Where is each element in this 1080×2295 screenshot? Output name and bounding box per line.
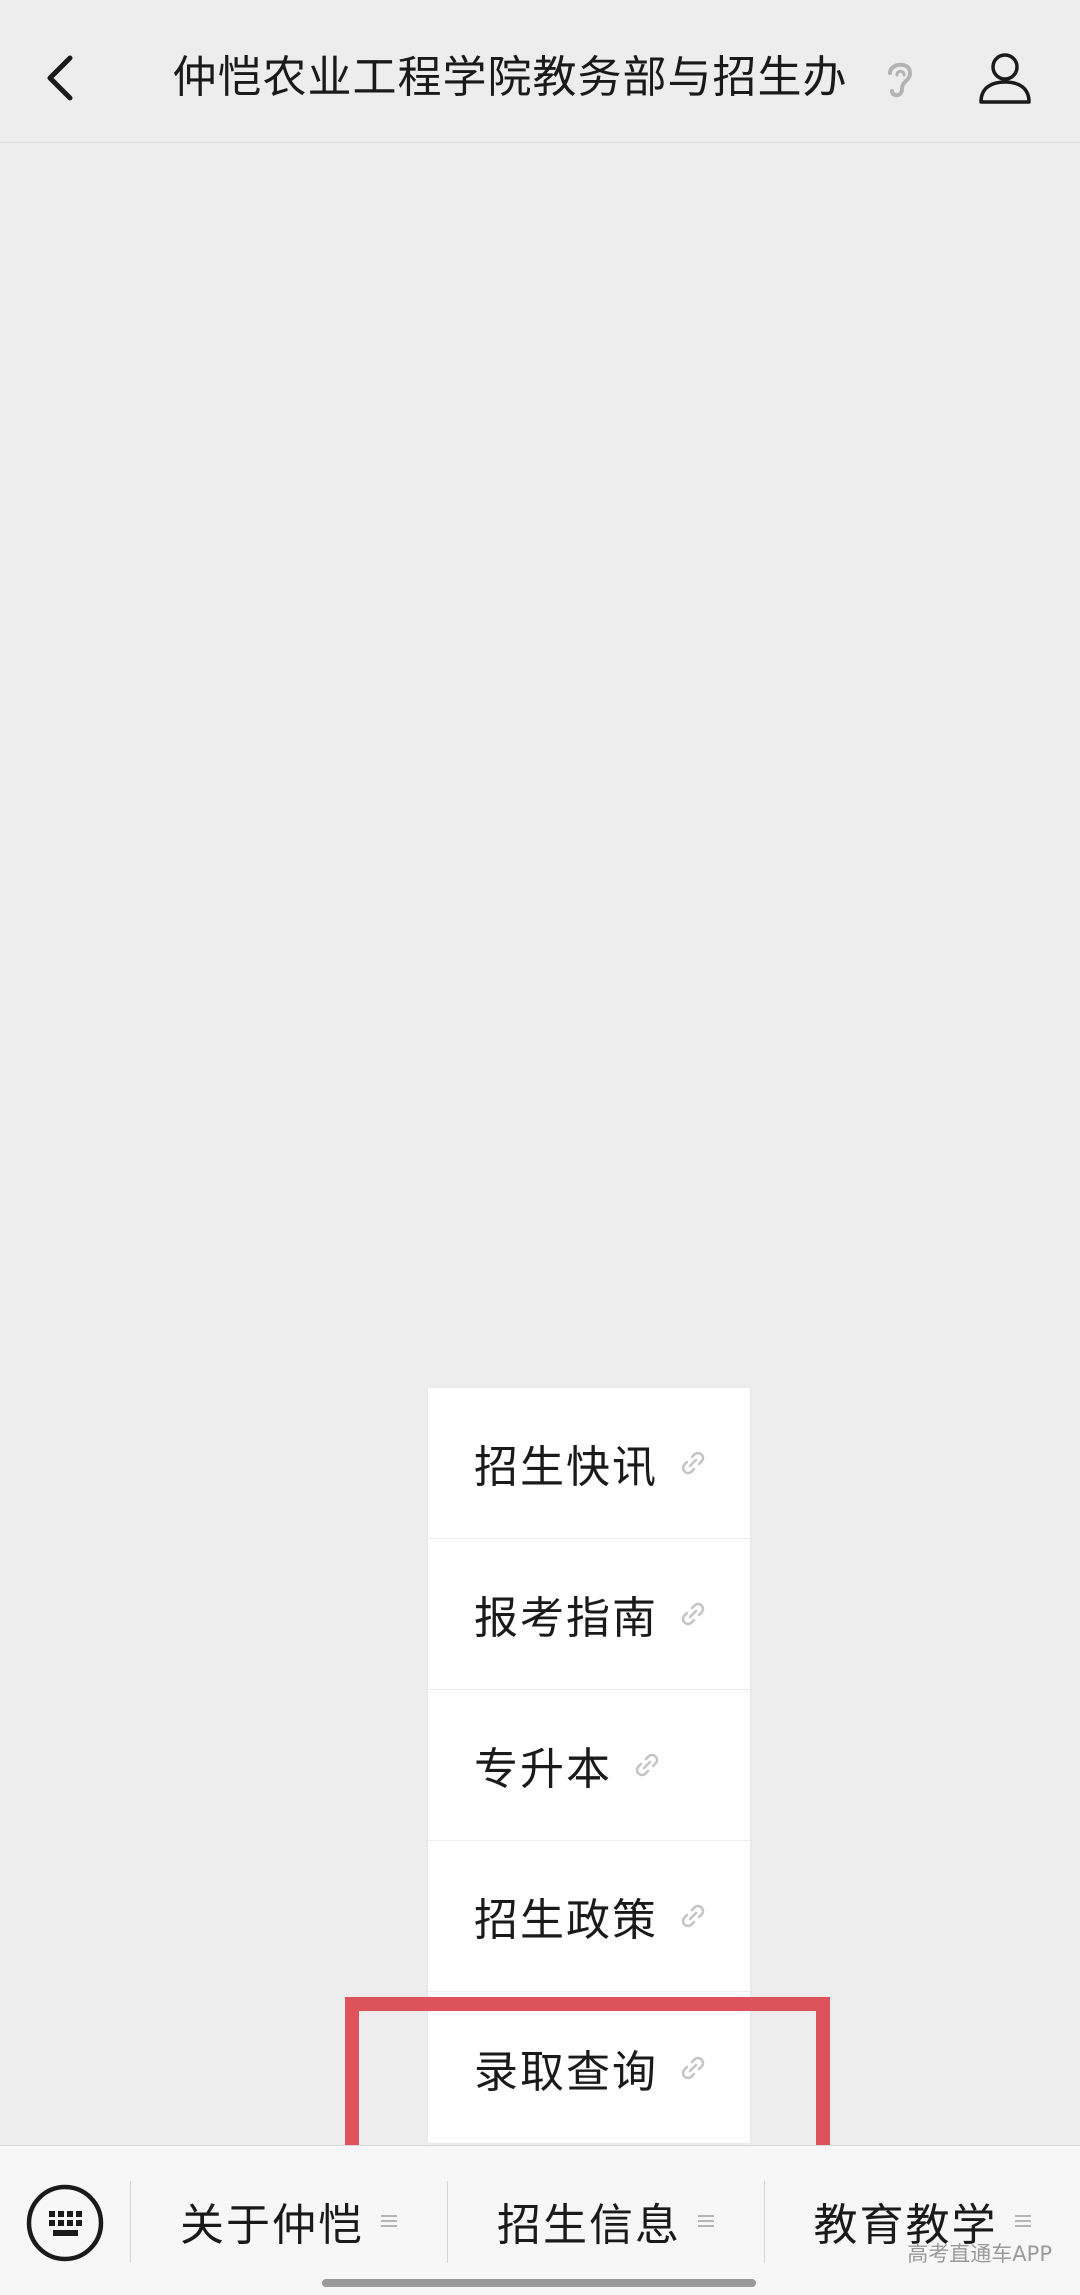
link-icon xyxy=(635,1753,659,1777)
menu-item-upgrade-to-bachelor[interactable]: 专升本 xyxy=(428,1690,750,1841)
page-title: 仲恺农业工程学院教务部与招生办 xyxy=(172,52,848,103)
menu-item-label: 招生政策 xyxy=(474,1895,658,1946)
tab-label: 关于仲恺 xyxy=(180,2199,364,2251)
tab-label: 招生信息 xyxy=(497,2199,681,2251)
tab-about-zhongkai[interactable]: 关于仲恺 xyxy=(131,2146,447,2295)
menu-item-admission-news[interactable]: 招生快讯 xyxy=(428,1388,750,1539)
back-button[interactable] xyxy=(30,38,100,118)
watermark: 高考直通车APP xyxy=(907,2242,1052,2266)
menu-item-admission-policy[interactable]: 招生政策 xyxy=(428,1841,750,1992)
profile-button[interactable] xyxy=(975,48,1035,108)
menu-lines-icon xyxy=(698,2214,714,2227)
menu-item-label: 专升本 xyxy=(474,1744,612,1795)
keyboard-toggle-button[interactable] xyxy=(24,2182,106,2264)
person-icon xyxy=(979,53,1031,104)
link-icon xyxy=(681,1451,705,1475)
menu-item-label: 报考指南 xyxy=(474,1593,658,1644)
home-indicator xyxy=(322,2279,756,2287)
ear-icon[interactable] xyxy=(880,55,920,103)
menu-item-label: 招生快讯 xyxy=(474,1442,658,1493)
tab-education-teaching[interactable]: 教育教学 xyxy=(765,2146,1080,2295)
bottom-menu-bar: 关于仲恺 招生信息 教育教学 高考直通车APP xyxy=(0,2145,1080,2295)
link-icon xyxy=(681,1904,705,1928)
highlight-box xyxy=(345,1997,830,2167)
tab-admission-info[interactable]: 招生信息 xyxy=(448,2146,764,2295)
top-nav-bar: 仲恺农业工程学院教务部与招生办 xyxy=(0,0,1080,143)
menu-item-application-guide[interactable]: 报考指南 xyxy=(428,1539,750,1690)
keyboard-icon xyxy=(26,2184,104,2262)
link-icon xyxy=(681,1602,705,1626)
menu-lines-icon xyxy=(381,2214,397,2227)
chevron-left-icon xyxy=(47,55,73,101)
menu-lines-icon xyxy=(1014,2214,1031,2227)
